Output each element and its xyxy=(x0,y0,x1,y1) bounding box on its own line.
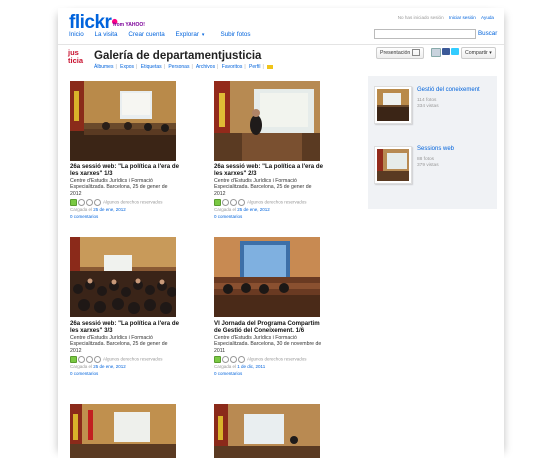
subnav-favoritos[interactable]: Favoritos xyxy=(222,64,243,70)
subnav-expos[interactable]: Expos xyxy=(120,64,134,70)
nav-explorar[interactable]: Explorar xyxy=(175,31,198,38)
chevron-down-icon: ▾ xyxy=(489,50,492,56)
subnav-perfil[interactable]: Perfil xyxy=(249,64,260,70)
login-status: No has iniciado sesión xyxy=(397,15,444,20)
facebook-icon[interactable] xyxy=(442,48,450,55)
photo-description: Centre d'Estudis Jurídics i Formació Esp… xyxy=(70,335,168,354)
photo-caption: 26a sessió web: "La política a l'era de … xyxy=(214,163,324,221)
page-title: Galería de departamentjusticia xyxy=(94,50,262,62)
upload-date: Cargada el 25 de ene, 2012 xyxy=(214,206,270,212)
set-meta: 88 fotos 379 vistas xyxy=(417,157,439,168)
set-title[interactable]: Sessions web xyxy=(417,146,454,152)
photo-description: Centre d'Estudis Jurídics i Formació Esp… xyxy=(214,335,322,354)
header-divider xyxy=(58,44,504,45)
cc-icon xyxy=(78,355,85,363)
photo-description: Centre d'Estudis Jurídics i Formació Esp… xyxy=(214,178,312,197)
search-input[interactable] xyxy=(374,29,476,39)
cc-icon xyxy=(230,355,237,363)
set-meta: 114 fotos 334 vistas xyxy=(417,98,439,109)
cc-icon xyxy=(94,198,101,206)
upload-date-link[interactable]: 25 de ene, 2012 xyxy=(237,207,270,212)
photo-title[interactable]: VI Jornada del Programa Compartim de Ges… xyxy=(214,320,324,334)
nav-crear-cuenta[interactable]: Crear cuenta xyxy=(128,31,164,38)
upload-date-link[interactable]: 25 de ene, 2012 xyxy=(93,207,126,212)
photo-thumbnail[interactable] xyxy=(214,237,320,317)
license-info[interactable]: Algunos derechos reservados xyxy=(214,355,324,363)
license-icon xyxy=(70,355,77,363)
photo-thumbnail[interactable] xyxy=(70,81,176,161)
mail-icon[interactable] xyxy=(431,48,441,57)
nav-inicio[interactable]: Inicio xyxy=(69,31,84,38)
set-title[interactable]: Gestió del coneixement xyxy=(417,87,480,93)
buddy-icon[interactable]: jus ticia xyxy=(68,49,90,68)
comments-link[interactable]: 0 comentarios xyxy=(214,214,324,220)
subnav-etiquetas[interactable]: Etiquetas xyxy=(141,64,162,70)
mail-icon[interactable] xyxy=(267,64,274,69)
cc-icon xyxy=(238,355,245,363)
photo-caption: VI Jornada del Programa Compartim de Ges… xyxy=(214,320,324,378)
profile-subnav: Álbumes | Expos | Etiquetas | Personas | Arc… xyxy=(94,64,275,70)
share-button[interactable]: Compartir ▾ xyxy=(461,47,496,59)
cc-icon xyxy=(238,198,245,206)
slideshow-button[interactable]: Presentación xyxy=(376,47,425,59)
search-button[interactable]: Buscar xyxy=(478,30,497,37)
photo-title[interactable]: 26a sessió web: "La política a l'era de … xyxy=(70,163,180,177)
cc-icon xyxy=(222,355,229,363)
comments-link[interactable]: 0 comentarios xyxy=(70,214,180,220)
cc-icon xyxy=(86,355,93,363)
nav-la-visita[interactable]: La visita xyxy=(94,31,117,38)
photo-caption: 26a sessió web: "La política a l'era de … xyxy=(70,163,180,221)
flickr-page: flickr• from YAHOO! Inicio La visita Cre… xyxy=(0,0,556,458)
nav-subir-fotos[interactable]: Subir fotos xyxy=(220,31,250,38)
set-thumbnail[interactable] xyxy=(374,86,412,124)
photo-thumbnail[interactable] xyxy=(70,404,176,458)
yahoo-logo: from YAHOO! xyxy=(113,22,145,28)
license-icon xyxy=(214,355,221,363)
photo-thumbnail[interactable] xyxy=(70,237,176,317)
upload-date-link[interactable]: 1 de dic, 2011 xyxy=(237,364,265,369)
signin-link[interactable]: Iniciar sesión xyxy=(449,15,476,20)
upload-date: Cargada el 25 de ene, 2012 xyxy=(70,206,126,212)
license-info[interactable]: Algunos derechos reservados xyxy=(70,198,180,206)
subnav-albumes[interactable]: Álbumes xyxy=(94,64,113,70)
photo-title[interactable]: 26a sessió web: "La política a l'era de … xyxy=(70,320,180,334)
account-links: No has iniciado sesión Iniciar sesión Ay… xyxy=(398,15,494,20)
subnav-personas[interactable]: Personas xyxy=(168,64,189,70)
help-link[interactable]: Ayuda xyxy=(481,15,494,20)
photo-thumbnail[interactable] xyxy=(214,81,320,161)
screen-icon xyxy=(412,49,421,57)
share-icons xyxy=(431,48,460,66)
license-icon xyxy=(214,198,221,206)
license-info[interactable]: Algunos derechos reservados xyxy=(214,198,324,206)
upload-date: Cargada el 25 de ene, 2012 xyxy=(70,363,126,369)
cc-icon xyxy=(222,198,229,206)
comments-link[interactable]: 0 comentarios xyxy=(214,371,324,377)
set-thumbnail[interactable] xyxy=(374,146,412,184)
chevron-down-icon[interactable]: ▾ xyxy=(202,32,205,38)
license-info[interactable]: Algunos derechos reservados xyxy=(70,355,180,363)
cc-icon xyxy=(230,198,237,206)
photo-description: Centre d'Estudis Jurídics i Formació Esp… xyxy=(70,178,168,197)
comments-link[interactable]: 0 comentarios xyxy=(70,371,180,377)
photo-title[interactable]: 26a sessió web: "La política a l'era de … xyxy=(214,163,324,177)
license-icon xyxy=(70,198,77,206)
upload-date-link[interactable]: 25 de ene, 2012 xyxy=(93,364,126,369)
cc-icon xyxy=(94,355,101,363)
subnav-archivos[interactable]: Archivos xyxy=(196,64,215,70)
photo-caption: 26a sessió web: "La política a l'era de … xyxy=(70,320,180,378)
cc-icon xyxy=(86,198,93,206)
twitter-icon[interactable] xyxy=(451,48,459,55)
upload-date: Cargada el 1 de dic, 2011 xyxy=(214,363,266,369)
photo-thumbnail[interactable] xyxy=(214,404,320,458)
main-nav: Inicio La visita Crear cuenta Explorar ▾ … xyxy=(69,31,260,38)
cc-icon xyxy=(78,198,85,206)
